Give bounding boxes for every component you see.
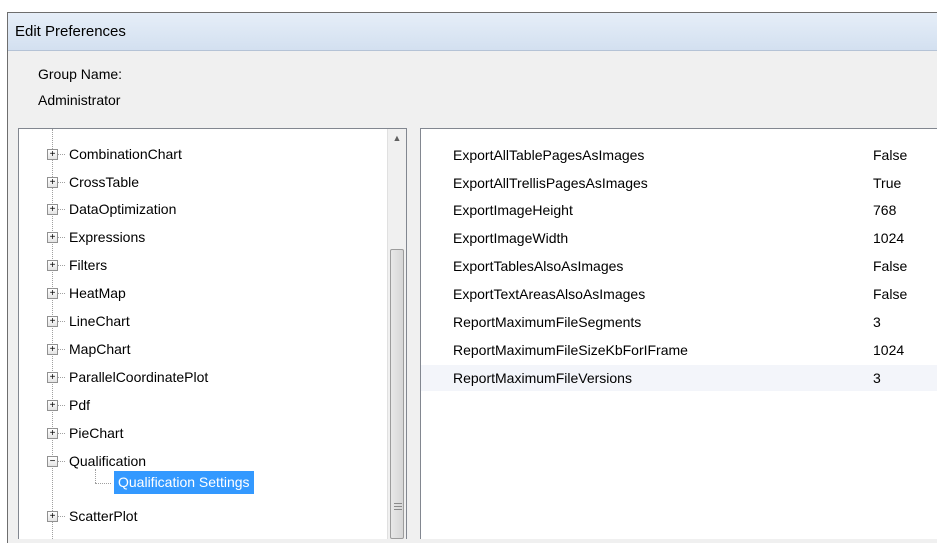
property-grid[interactable]: ExportAllTablePagesAsImages False Export… xyxy=(420,128,937,539)
property-name: ExportTextAreasAlsoAsImages xyxy=(453,286,646,302)
scroll-up-arrow-icon[interactable]: ▲ xyxy=(388,129,406,147)
tree-item-label: PieChart xyxy=(69,425,124,441)
scroll-thumb[interactable] xyxy=(390,249,404,539)
property-value[interactable]: 3 xyxy=(873,365,881,391)
tree-item-label: HeatMap xyxy=(69,285,126,301)
property-row-highlighted[interactable]: ReportMaximumFileVersions 3 xyxy=(421,365,937,391)
property-row[interactable]: ExportAllTablePagesAsImages False xyxy=(421,142,937,168)
expand-icon[interactable]: + xyxy=(47,149,58,160)
expand-icon[interactable]: + xyxy=(47,372,58,383)
property-value[interactable]: 1024 xyxy=(873,337,904,363)
property-row[interactable]: ExportTextAreasAlsoAsImages False xyxy=(421,281,937,307)
expand-icon[interactable]: + xyxy=(47,511,58,522)
expand-icon[interactable]: + xyxy=(47,428,58,439)
property-name: ExportImageHeight xyxy=(453,202,573,218)
group-name-value: Administrator xyxy=(38,92,121,108)
property-value[interactable]: False xyxy=(873,253,907,279)
property-value[interactable]: 3 xyxy=(873,309,881,335)
tree-item-label: Pdf xyxy=(69,397,91,413)
property-value[interactable]: 1024 xyxy=(873,225,904,251)
tree-item-label: Expressions xyxy=(69,229,146,245)
child-connector-line xyxy=(95,469,96,483)
tree-item-label: CrossTable xyxy=(69,174,140,190)
tree-item-label: ScatterPlot xyxy=(69,508,138,524)
property-value[interactable]: False xyxy=(873,281,907,307)
collapse-icon[interactable]: − xyxy=(47,456,58,467)
property-name: ReportMaximumFileVersions xyxy=(453,370,632,386)
property-row[interactable]: ExportImageWidth 1024 xyxy=(421,225,937,251)
property-name: ReportMaximumFileSizeKbForIFrame xyxy=(453,342,688,358)
property-name: ExportImageWidth xyxy=(453,230,569,246)
expand-icon[interactable]: + xyxy=(47,232,58,243)
tree-item-label: LineChart xyxy=(69,313,130,329)
expand-icon[interactable]: + xyxy=(47,400,58,411)
preferences-tree[interactable]: + CombinationChart + CrossTable + DataOp… xyxy=(18,128,407,539)
property-row[interactable]: ExportTablesAlsoAsImages False xyxy=(421,253,937,279)
selected-tree-item-label: Qualification Settings xyxy=(114,471,254,494)
property-name: ExportTablesAlsoAsImages xyxy=(453,258,624,274)
expand-icon[interactable]: + xyxy=(47,260,58,271)
property-value[interactable]: True xyxy=(873,170,901,196)
property-name: ExportAllTrellisPagesAsImages xyxy=(453,175,648,191)
property-value[interactable]: 768 xyxy=(873,197,896,223)
dialog-title: Edit Preferences xyxy=(8,13,937,51)
property-row[interactable]: ReportMaximumFileSizeKbForIFrame 1024 xyxy=(421,337,937,363)
property-name: ExportAllTablePagesAsImages xyxy=(453,147,645,163)
tree-item-label: ParallelCoordinatePlot xyxy=(69,369,209,385)
expand-icon[interactable]: + xyxy=(47,204,58,215)
expand-icon[interactable]: + xyxy=(47,177,58,188)
property-row[interactable]: ExportImageHeight 768 xyxy=(421,197,937,223)
group-name-label: Group Name: xyxy=(38,66,123,82)
tree-item-label: Filters xyxy=(69,257,108,273)
expand-icon[interactable]: + xyxy=(47,344,58,355)
property-name: ReportMaximumFileSegments xyxy=(453,314,642,330)
tree-item-label: CombinationChart xyxy=(69,146,182,162)
tree-item-label: MapChart xyxy=(69,341,131,357)
property-row[interactable]: ReportMaximumFileSegments 3 xyxy=(421,309,937,335)
expand-icon[interactable]: + xyxy=(47,288,58,299)
expand-icon[interactable]: + xyxy=(47,316,58,327)
property-row[interactable]: ExportAllTrellisPagesAsImages True xyxy=(421,170,937,196)
property-value[interactable]: False xyxy=(873,142,907,168)
tree-item-label: DataOptimization xyxy=(69,201,177,217)
tree-connector-line xyxy=(52,129,53,539)
tree-scrollbar[interactable]: ▲ xyxy=(387,129,406,539)
